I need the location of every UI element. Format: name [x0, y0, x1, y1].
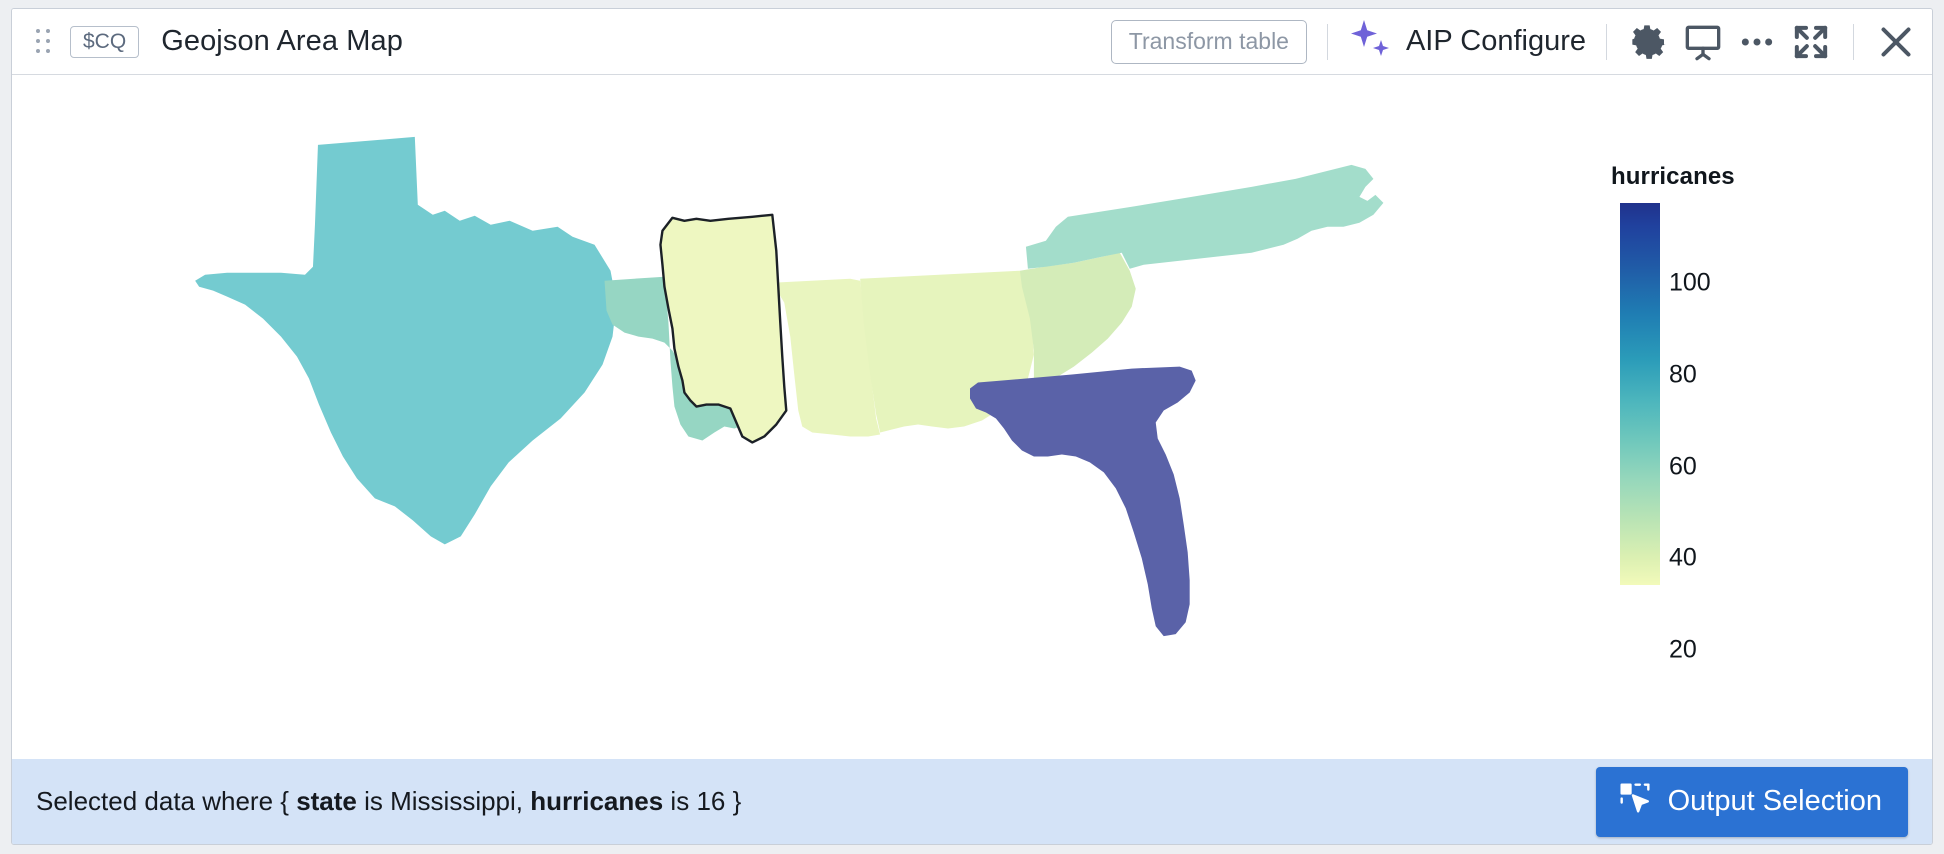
card-header: $CQ Geojson Area Map Transform table AIP… [12, 9, 1932, 75]
aip-configure-label: AIP Configure [1405, 25, 1586, 57]
presentation-icon[interactable] [1681, 20, 1725, 64]
selection-footer: Selected data where { state is Mississip… [12, 759, 1932, 844]
aip-configure-button[interactable]: AIP Configure [1348, 18, 1586, 65]
selection-prefix: Selected data where { [36, 786, 297, 816]
legend-tick-100: 100 [1669, 268, 1711, 297]
output-selection-button[interactable]: Output Selection [1595, 766, 1908, 837]
map-region-south-carolina[interactable] [1019, 252, 1136, 387]
geojson-area-map-card: $CQ Geojson Area Map Transform table AIP… [11, 8, 1933, 845]
header-divider [1326, 23, 1328, 60]
selection-value: 16 [696, 786, 726, 816]
legend-tick-60: 60 [1669, 452, 1697, 481]
selection-mid-1: is Mississippi, [356, 786, 531, 816]
legend-tick-20: 20 [1669, 635, 1697, 664]
drag-handle[interactable] [36, 28, 52, 55]
selection-suffix: } [725, 786, 742, 816]
selection-summary: Selected data where { state is Mississip… [36, 786, 741, 817]
legend-tick-40: 40 [1669, 543, 1697, 572]
header-divider [1606, 23, 1607, 60]
gear-icon[interactable] [1627, 20, 1671, 64]
more-options-icon[interactable] [1735, 20, 1779, 64]
map-canvas[interactable]: hurricanes 100 80 60 40 20 [12, 75, 1932, 759]
drag-dot [36, 48, 40, 53]
selection-field-state: state [296, 786, 357, 816]
selection-mid-2: is [663, 786, 697, 816]
drag-dot [46, 48, 50, 53]
legend-colorbar [1620, 203, 1660, 585]
sparkle-icon [1348, 18, 1394, 65]
map-region-texas[interactable] [195, 136, 617, 545]
selection-cursor-icon [1618, 781, 1652, 823]
transform-table-button[interactable]: Transform table [1110, 19, 1307, 64]
legend: hurricanes 100 80 60 40 20 [1601, 163, 1781, 664]
map-region-north-carolina[interactable] [1025, 164, 1384, 269]
legend-tick-80: 80 [1669, 360, 1697, 389]
map-region-florida[interactable] [970, 366, 1196, 637]
page-title: Geojson Area Map [161, 25, 403, 57]
legend-title: hurricanes [1611, 163, 1735, 190]
dataset-chip[interactable]: $CQ [70, 25, 140, 58]
drag-dot [36, 38, 40, 43]
legend-tick-labels: 100 80 60 40 20 [1669, 203, 1779, 664]
expand-fullscreen-icon[interactable] [1789, 20, 1833, 64]
output-selection-label: Output Selection [1667, 785, 1882, 817]
drag-dot [36, 28, 40, 33]
drag-dot [46, 28, 50, 33]
drag-dot [46, 38, 50, 43]
selection-field-hurricanes: hurricanes [530, 786, 664, 816]
header-divider [1853, 23, 1854, 60]
close-icon[interactable] [1874, 20, 1918, 64]
legend-body: 100 80 60 40 20 [1601, 203, 1781, 664]
